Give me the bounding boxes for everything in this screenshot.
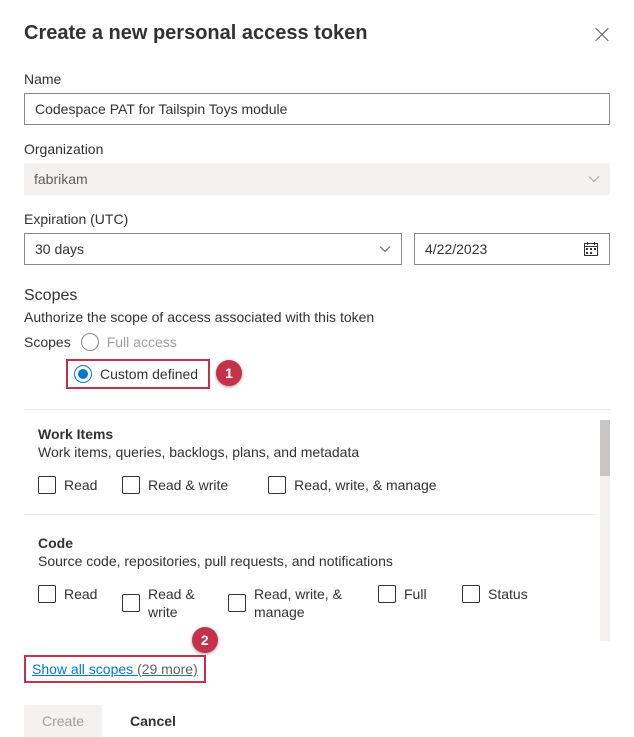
full-access-label: Full access	[107, 334, 177, 350]
organization-label: Organization	[24, 141, 610, 157]
scope-group-work-items: Work Items Work items, queries, backlogs…	[24, 426, 596, 515]
expiration-dropdown[interactable]: 30 days	[24, 233, 402, 265]
code-status[interactable]: Status	[462, 585, 528, 603]
expiration-dropdown-value: 30 days	[35, 241, 84, 257]
expiration-date-value: 4/22/2023	[425, 241, 487, 257]
expiration-date-input[interactable]: 4/22/2023	[414, 233, 610, 265]
work-items-read-checkbox[interactable]	[38, 476, 56, 494]
code-read[interactable]: Read	[38, 585, 98, 603]
custom-defined-highlight: Custom defined 1	[66, 359, 210, 389]
name-label: Name	[24, 71, 610, 87]
custom-defined-label: Custom defined	[100, 366, 198, 382]
code-status-checkbox[interactable]	[462, 585, 480, 603]
cancel-button[interactable]: Cancel	[112, 705, 194, 737]
code-rw[interactable]: Read & write	[122, 585, 204, 621]
show-all-highlight: Show all scopes (29 more) 2	[24, 655, 206, 683]
annotation-1: 1	[216, 360, 242, 386]
code-full[interactable]: Full	[378, 585, 438, 603]
code-rw-checkbox[interactable]	[122, 594, 140, 612]
organization-select[interactable]: fabrikam	[24, 163, 610, 195]
calendar-icon	[583, 241, 599, 257]
expiration-section: Expiration (UTC) 30 days 4/22/2023	[24, 211, 610, 265]
scopes-row-label: Scopes	[24, 334, 71, 350]
work-items-rwm-checkbox[interactable]	[268, 476, 286, 494]
custom-defined-radio[interactable]	[74, 365, 92, 383]
create-button[interactable]: Create	[24, 705, 102, 737]
code-read-checkbox[interactable]	[38, 585, 56, 603]
organization-value: fabrikam	[34, 171, 88, 187]
code-rwm-checkbox[interactable]	[228, 594, 246, 612]
code-full-checkbox[interactable]	[378, 585, 396, 603]
scopes-heading: Scopes	[24, 287, 610, 305]
scrollbar-thumb[interactable]	[600, 420, 610, 476]
organization-section: Organization fabrikam	[24, 141, 610, 195]
work-items-read[interactable]: Read	[38, 476, 98, 494]
chevron-down-icon	[379, 243, 391, 255]
work-items-rw[interactable]: Read & write	[122, 476, 228, 494]
work-items-rwm[interactable]: Read, write, & manage	[268, 476, 436, 494]
work-items-title: Work Items	[38, 426, 596, 442]
close-icon[interactable]	[594, 26, 610, 42]
annotation-2: 2	[192, 627, 218, 653]
work-items-rw-checkbox[interactable]	[122, 476, 140, 494]
code-desc: Source code, repositories, pull requests…	[38, 553, 596, 569]
name-section: Name	[24, 71, 610, 125]
dialog-header: Create a new personal access token	[24, 22, 610, 45]
full-access-radio[interactable]	[81, 333, 99, 351]
scopes-radio-row: Scopes Full access	[24, 333, 610, 351]
show-all-scopes-link[interactable]: Show all scopes (29 more)	[32, 661, 198, 677]
dialog-title: Create a new personal access token	[24, 22, 368, 45]
scopes-scroll-area: Work Items Work items, queries, backlogs…	[24, 409, 610, 641]
code-rwm[interactable]: Read, write, & manage	[228, 585, 354, 621]
work-items-desc: Work items, queries, backlogs, plans, an…	[38, 444, 596, 460]
code-title: Code	[38, 535, 596, 551]
scopes-subtext: Authorize the scope of access associated…	[24, 309, 610, 325]
expiration-label: Expiration (UTC)	[24, 211, 610, 227]
scope-group-code: Code Source code, repositories, pull req…	[24, 535, 596, 641]
dialog-footer: Create Cancel	[24, 705, 610, 737]
chevron-down-icon	[588, 173, 600, 185]
name-input[interactable]	[24, 93, 610, 125]
